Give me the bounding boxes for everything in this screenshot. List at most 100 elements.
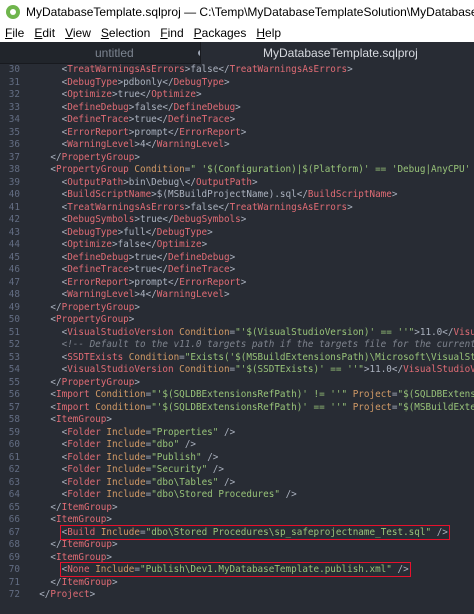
line-code: <DefineDebug>true</DefineDebug> <box>61 251 236 263</box>
line-code: <WarningLevel>4</WarningLevel> <box>61 289 230 300</box>
line-code: </ItemGroup> <box>50 576 118 588</box>
code-line[interactable]: 35 <ErrorReport>prompt</ErrorReport> <box>0 127 474 140</box>
code-line[interactable]: 56 <Import Condition="'$(SQLDBExtensions… <box>0 389 474 402</box>
line-code: <DefineTrace>true</DefineTrace> <box>61 114 236 125</box>
code-line[interactable]: 64 <Folder Include="dbo\Stored Procedure… <box>0 489 474 502</box>
line-number: 69 <box>8 551 20 563</box>
code-line[interactable]: 47 <ErrorReport>prompt</ErrorReport> <box>0 277 474 290</box>
line-number: 64 <box>8 489 20 500</box>
line-code: <Folder Include="Security" /> <box>61 464 225 475</box>
code-line[interactable]: 45 <DefineDebug>true</DefineDebug> <box>0 252 474 265</box>
menu-bar: File Edit View Selection Find Packages H… <box>0 24 474 42</box>
line-number: 57 <box>8 401 20 413</box>
line-number: 54 <box>8 364 20 375</box>
code-line[interactable]: 52 <!-- Default to the v11.0 targets pat… <box>0 339 474 352</box>
code-line[interactable]: 72 </Project> <box>0 589 474 602</box>
line-number: 35 <box>8 126 20 138</box>
line-code: <WarningLevel>4</WarningLevel> <box>61 139 230 150</box>
line-number: 36 <box>8 139 20 150</box>
code-line[interactable]: 38 <PropertyGroup Condition=" '$(Configu… <box>0 164 474 177</box>
code-line[interactable]: 53 <SSDTExists Condition="Exists('$(MSBu… <box>0 352 474 365</box>
menu-file[interactable]: File <box>0 26 29 40</box>
line-number: 44 <box>8 239 20 250</box>
code-line[interactable]: 60 <Folder Include="dbo" /> <box>0 439 474 452</box>
code-line[interactable]: 58 <ItemGroup> <box>0 414 474 427</box>
code-line[interactable]: 70 <None Include="Publish\Dev1.MyDatabas… <box>0 562 474 577</box>
line-number: 55 <box>8 376 20 388</box>
line-code: <DefineDebug>false</DefineDebug> <box>61 101 241 113</box>
atom-app-icon <box>6 5 20 19</box>
code-line[interactable]: 61 <Folder Include="Publish" /> <box>0 452 474 465</box>
line-number: 53 <box>8 351 20 363</box>
window-title-bar: MyDatabaseTemplate.sqlproj — C:\Temp\MyD… <box>0 0 474 24</box>
tab-bar: untitled MyDatabaseTemplate.sqlproj <box>0 42 474 64</box>
line-number: 48 <box>8 289 20 300</box>
code-line[interactable]: 55 </PropertyGroup> <box>0 377 474 390</box>
code-line[interactable]: 33 <DefineDebug>false</DefineDebug> <box>0 102 474 115</box>
code-line[interactable]: 68 </ItemGroup> <box>0 539 474 552</box>
menu-selection[interactable]: Selection <box>96 26 155 40</box>
code-line[interactable]: 48 <WarningLevel>4</WarningLevel> <box>0 289 474 302</box>
code-line[interactable]: 43 <DebugType>full</DebugType> <box>0 227 474 240</box>
line-code: <SSDTExists Condition="Exists('$(MSBuild… <box>61 351 474 363</box>
line-number: 46 <box>8 264 20 275</box>
code-line[interactable]: 59 <Folder Include="Properties" /> <box>0 427 474 440</box>
line-code: </PropertyGroup> <box>50 376 140 388</box>
line-code: <VisualStudioVersion Condition="'$(Visua… <box>61 326 474 338</box>
tab-mydatabasetemplate-sqlproj[interactable]: MyDatabaseTemplate.sqlproj <box>200 42 474 64</box>
line-code: <DefineTrace>true</DefineTrace> <box>61 264 236 275</box>
code-line[interactable]: 46 <DefineTrace>true</DefineTrace> <box>0 264 474 277</box>
line-number: 65 <box>8 501 20 513</box>
code-line[interactable]: 32 <Optimize>true</Optimize> <box>0 89 474 102</box>
line-number: 52 <box>8 339 20 350</box>
menu-packages[interactable]: Packages <box>189 26 252 40</box>
line-number: 34 <box>8 114 20 125</box>
code-line[interactable]: 36 <WarningLevel>4</WarningLevel> <box>0 139 474 152</box>
code-line[interactable]: 30 <TreatWarningsAsErrors>false</TreatWa… <box>0 64 474 77</box>
code-line[interactable]: 69 <ItemGroup> <box>0 552 474 565</box>
line-number: 56 <box>8 389 20 400</box>
code-line[interactable]: 54 <VisualStudioVersion Condition="'$(SS… <box>0 364 474 377</box>
code-line[interactable]: 44 <Optimize>false</Optimize> <box>0 239 474 252</box>
code-line[interactable]: 37 </PropertyGroup> <box>0 152 474 165</box>
code-line[interactable]: 41 <TreatWarningsAsErrors>false</TreatWa… <box>0 202 474 215</box>
line-number: 61 <box>8 451 20 463</box>
line-code: <Build Include="dbo\Stored Procedures\sp… <box>28 524 450 540</box>
code-line[interactable]: 34 <DefineTrace>true</DefineTrace> <box>0 114 474 127</box>
menu-view[interactable]: View <box>60 26 96 40</box>
line-code: <Import Condition="'$(SQLDBExtensionsRef… <box>50 401 474 413</box>
line-code: </ItemGroup> <box>50 501 118 513</box>
code-line[interactable]: 66 <ItemGroup> <box>0 514 474 527</box>
code-line[interactable]: 71 </ItemGroup> <box>0 577 474 590</box>
code-line[interactable]: 51 <VisualStudioVersion Condition="'$(Vi… <box>0 327 474 340</box>
code-line[interactable]: 63 <Folder Include="dbo\Tables" /> <box>0 477 474 490</box>
menu-find[interactable]: Find <box>155 26 188 40</box>
line-number: 33 <box>8 101 20 113</box>
code-line[interactable]: 62 <Folder Include="Security" /> <box>0 464 474 477</box>
code-line[interactable]: 40 <BuildScriptName>$(MSBuildProjectName… <box>0 189 474 202</box>
code-line[interactable]: 49 </PropertyGroup> <box>0 302 474 315</box>
tab-untitled[interactable]: untitled <box>0 42 204 64</box>
window-title: MyDatabaseTemplate.sqlproj — C:\Temp\MyD… <box>26 5 474 19</box>
code-editor[interactable]: 30 <TreatWarningsAsErrors>false</TreatWa… <box>0 64 474 614</box>
line-number: 60 <box>8 439 20 450</box>
line-number: 63 <box>8 476 20 488</box>
code-line[interactable]: 50 <PropertyGroup> <box>0 314 474 327</box>
code-line[interactable]: 39 <OutputPath>bin\Debug\</OutputPath> <box>0 177 474 190</box>
code-line[interactable]: 65 </ItemGroup> <box>0 502 474 515</box>
code-line[interactable]: 57 <Import Condition="'$(SQLDBExtensions… <box>0 402 474 415</box>
line-number: 51 <box>8 326 20 338</box>
line-number: 32 <box>8 89 20 100</box>
line-code: <Import Condition="'$(SQLDBExtensionsRef… <box>50 389 474 400</box>
line-number: 39 <box>8 176 20 188</box>
code-line[interactable]: 67 <Build Include="dbo\Stored Procedures… <box>0 524 474 540</box>
menu-help[interactable]: Help <box>251 26 286 40</box>
line-number: 59 <box>8 426 20 438</box>
menu-edit[interactable]: Edit <box>29 26 60 40</box>
code-line[interactable]: 31 <DebugType>pdbonly</DebugType> <box>0 77 474 90</box>
line-code: <OutputPath>bin\Debug\</OutputPath> <box>61 176 258 188</box>
line-code: <!-- Default to the v11.0 targets path i… <box>61 339 474 350</box>
line-code: </PropertyGroup> <box>50 301 140 313</box>
code-line[interactable]: 42 <DebugSymbols>true</DebugSymbols> <box>0 214 474 227</box>
line-number: 37 <box>8 151 20 163</box>
